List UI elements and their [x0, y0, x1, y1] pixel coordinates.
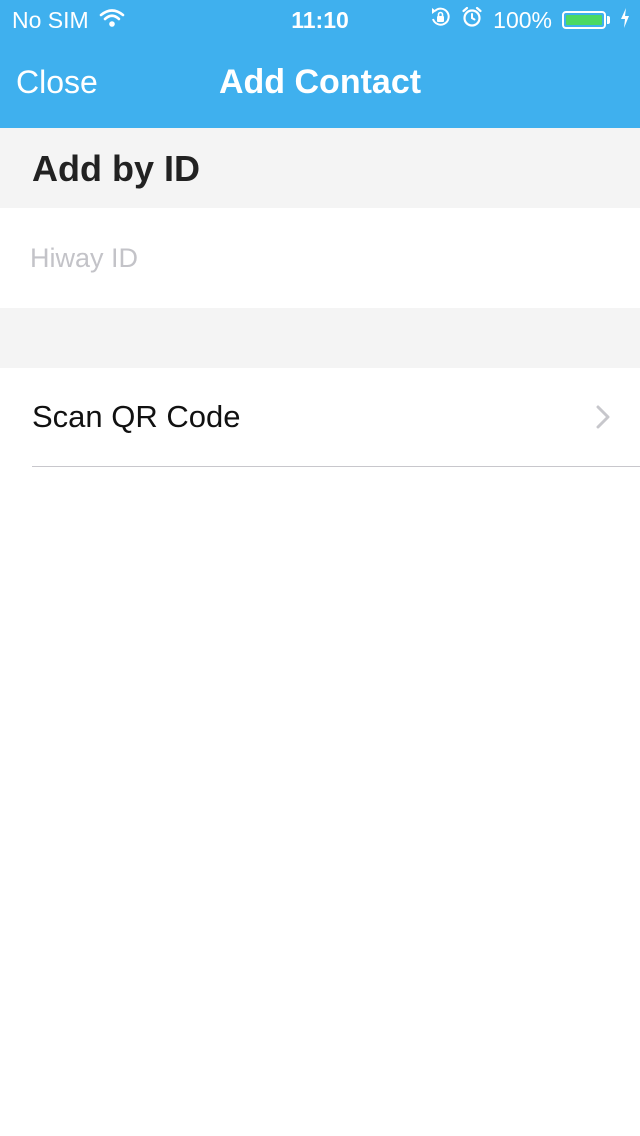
charging-icon: [620, 7, 630, 34]
scan-qr-code-row[interactable]: Scan QR Code: [0, 368, 640, 466]
alarm-icon: [461, 6, 483, 34]
navigation-bar: Close Add Contact: [0, 40, 640, 128]
battery-fill: [566, 15, 602, 25]
scan-qr-code-label: Scan QR Code: [32, 399, 241, 434]
id-input-row: [0, 208, 640, 308]
status-bar: No SIM 11:10 100%: [0, 0, 640, 40]
rotation-lock-icon: [429, 6, 451, 34]
top-bar: No SIM 11:10 100% Close Add Contact: [0, 0, 640, 128]
battery-percent: 100%: [493, 6, 552, 33]
section-title: Add by ID: [32, 148, 200, 189]
add-by-id-section-header: Add by ID: [0, 128, 640, 208]
battery-icon: [562, 11, 610, 29]
battery-cap: [607, 16, 610, 24]
battery-body: [562, 11, 606, 29]
status-right: 100%: [429, 6, 630, 34]
add-contact-screen: No SIM 11:10 100% Close Add Contact Add …: [0, 0, 640, 1136]
close-button[interactable]: Close: [16, 64, 98, 101]
hiway-id-input[interactable]: [30, 236, 610, 280]
row-divider: [32, 466, 640, 467]
section-spacer: [0, 308, 640, 368]
chevron-right-icon: [596, 405, 610, 429]
